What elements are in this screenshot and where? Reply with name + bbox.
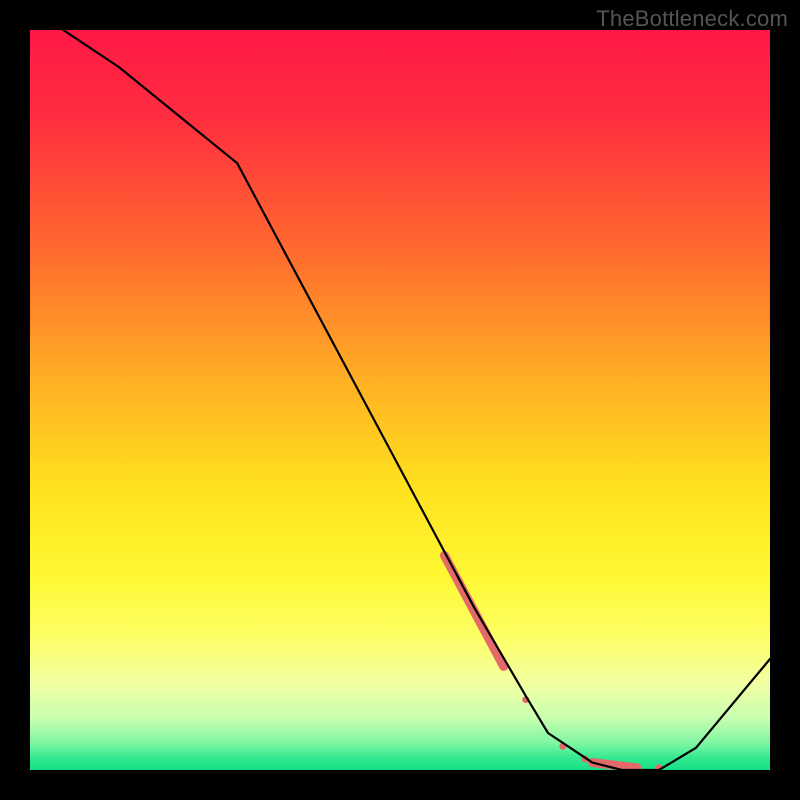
chart-svg [30, 30, 770, 770]
chart-background [30, 30, 770, 770]
watermark-text: TheBottleneck.com [596, 6, 788, 32]
chart-frame [30, 30, 770, 770]
